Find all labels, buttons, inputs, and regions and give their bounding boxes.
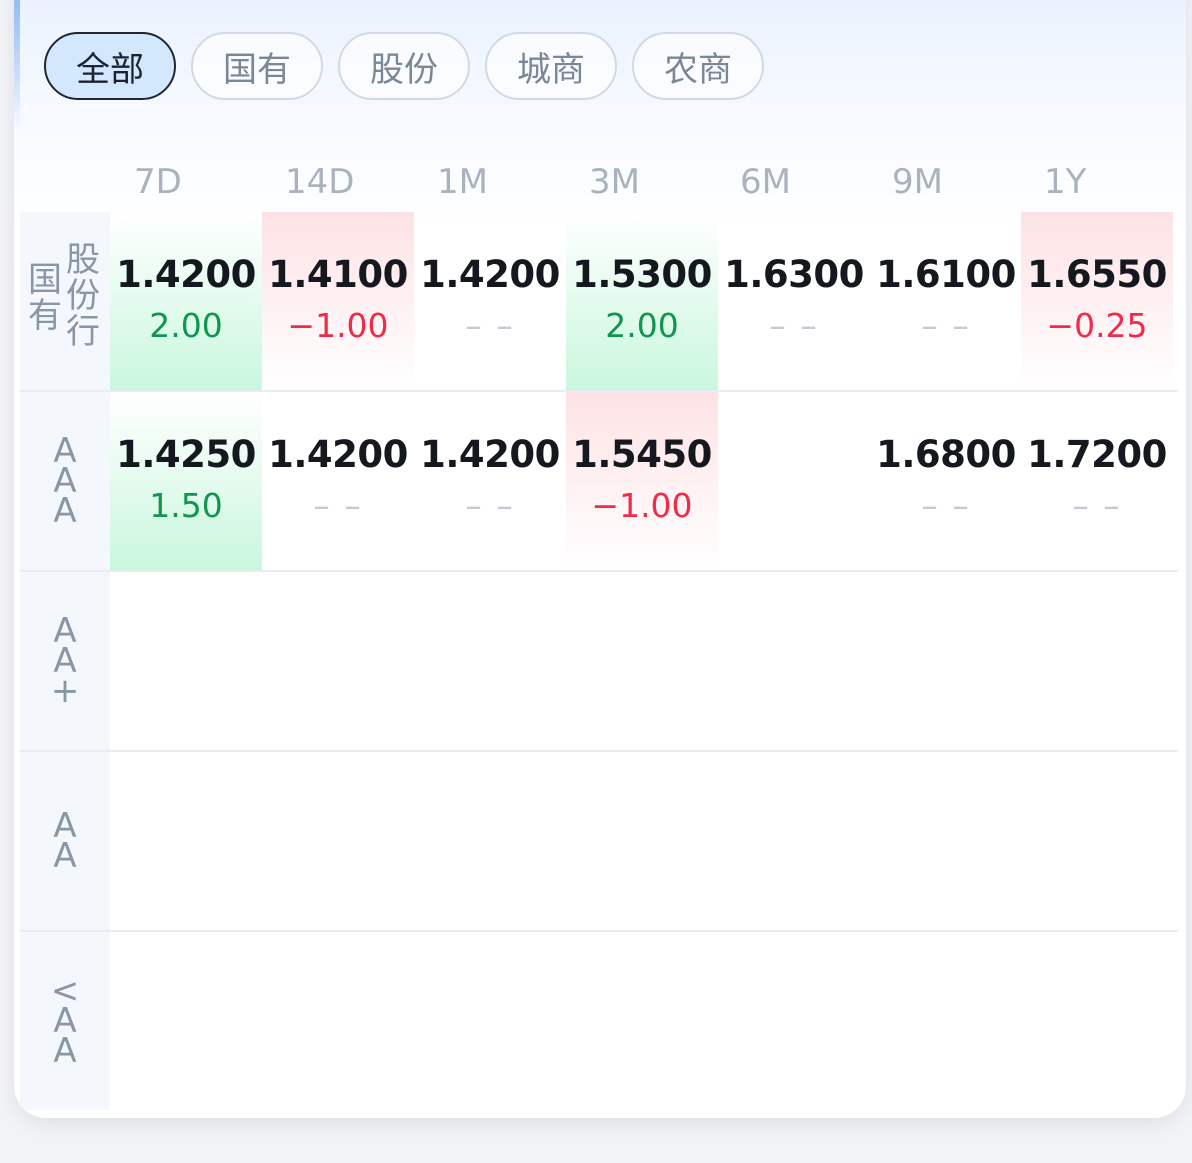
row-label-text: AA (53, 806, 77, 876)
rate-value: 1.5300 (572, 253, 712, 296)
filter-chip-rural-commercial[interactable]: 农商 (632, 32, 764, 100)
rate-change: – – (1072, 486, 1122, 525)
tenor-1y: 1Y (1044, 162, 1087, 202)
rate-cell[interactable]: 1.7200 – – (1021, 392, 1173, 570)
rate-row-below-aa: <AA (20, 932, 1178, 1110)
rate-change: – – (769, 306, 819, 345)
rate-value: 1.4200 (420, 433, 560, 476)
tenor-6m: 6M (740, 162, 791, 202)
rate-row-state-joint: 国有 股份行 1.4200 2.00 1.4100 −1.00 1.4200 –… (20, 212, 1178, 392)
row-label-aa-plus: AA+ (20, 572, 110, 750)
tenor-1m: 1M (437, 162, 488, 202)
row-label-state: 国有 (28, 260, 62, 336)
rate-card: 全部 国有 股份 城商 农商 7D 14D 1M 3M 6M 9M 1Y 国有 … (14, 0, 1186, 1118)
rate-cell[interactable]: 1.5300 2.00 (566, 212, 718, 390)
rate-change: – – (921, 306, 971, 345)
row-label-state-joint: 国有 股份行 (20, 212, 110, 390)
rate-cell[interactable]: 1.4200 – – (414, 212, 566, 390)
rate-cell[interactable]: 1.5450 −1.00 (566, 392, 718, 570)
filter-chip-city-commercial[interactable]: 城商 (485, 32, 617, 100)
rate-value: 1.4250 (116, 433, 256, 476)
rate-value: 1.6100 (876, 253, 1016, 296)
rate-cell[interactable]: 1.4100 −1.00 (262, 212, 414, 390)
row-label-aaa: AAA (20, 392, 110, 570)
rate-change: −1.00 (287, 306, 389, 345)
row-label-text: <AA (50, 971, 80, 1071)
tenor-7d: 7D (134, 162, 182, 202)
filter-chips: 全部 国有 股份 城商 农商 (44, 32, 764, 100)
rate-value: 1.6300 (724, 253, 864, 296)
tenor-9m: 9M (892, 162, 943, 202)
rate-change: 1.50 (149, 486, 223, 525)
rate-change: 2.00 (149, 306, 223, 345)
tenor-14d: 14D (285, 162, 355, 202)
rate-value: 1.5450 (572, 433, 712, 476)
row-label-joint-stock: 股份行 (66, 240, 100, 352)
rate-cell[interactable]: 1.6800 – – (870, 392, 1022, 570)
row-label-text: AAA (53, 431, 77, 531)
rate-cell[interactable]: 1.6550 −0.25 (1021, 212, 1173, 390)
rate-row-aa: AA (20, 752, 1178, 932)
rate-change: −0.25 (1046, 306, 1148, 345)
rate-change: – – (313, 486, 363, 525)
card-edge (14, 0, 20, 130)
rate-value: 1.4200 (268, 433, 408, 476)
filter-chip-state-owned[interactable]: 国有 (191, 32, 323, 100)
rate-cell[interactable]: 1.4250 1.50 (110, 392, 262, 570)
rate-row-aaa: AAA 1.4250 1.50 1.4200 – – 1.4200 – – 1.… (20, 392, 1178, 572)
filter-chip-joint-stock[interactable]: 股份 (338, 32, 470, 100)
filter-chip-all[interactable]: 全部 (44, 32, 176, 100)
rate-value: 1.4200 (116, 253, 256, 296)
rate-change: – – (465, 486, 515, 525)
rate-value: 1.4100 (268, 253, 408, 296)
rate-value: 1.6800 (876, 433, 1016, 476)
tenor-header: 7D 14D 1M 3M 6M 9M 1Y (110, 156, 1186, 208)
rate-row-aa-plus: AA+ (20, 572, 1178, 752)
rate-cell[interactable]: 1.6100 – – (870, 212, 1022, 390)
rate-value: 1.7200 (1027, 433, 1167, 476)
rate-value: 1.4200 (420, 253, 560, 296)
rate-change: – – (465, 306, 515, 345)
rate-cell-empty (718, 392, 870, 570)
row-label-below-aa: <AA (20, 932, 110, 1110)
row-label-text: AA+ (50, 611, 80, 711)
rate-cell[interactable]: 1.4200 – – (414, 392, 566, 570)
rate-cell[interactable]: 1.4200 2.00 (110, 212, 262, 390)
row-label-aa: AA (20, 752, 110, 930)
rate-change: 2.00 (605, 306, 679, 345)
rate-value: 1.6550 (1027, 253, 1167, 296)
rate-cell[interactable]: 1.4200 – – (262, 392, 414, 570)
tenor-3m: 3M (589, 162, 640, 202)
rate-change: – – (921, 486, 971, 525)
rate-cell[interactable]: 1.6300 – – (718, 212, 870, 390)
rate-change: −1.00 (591, 486, 693, 525)
